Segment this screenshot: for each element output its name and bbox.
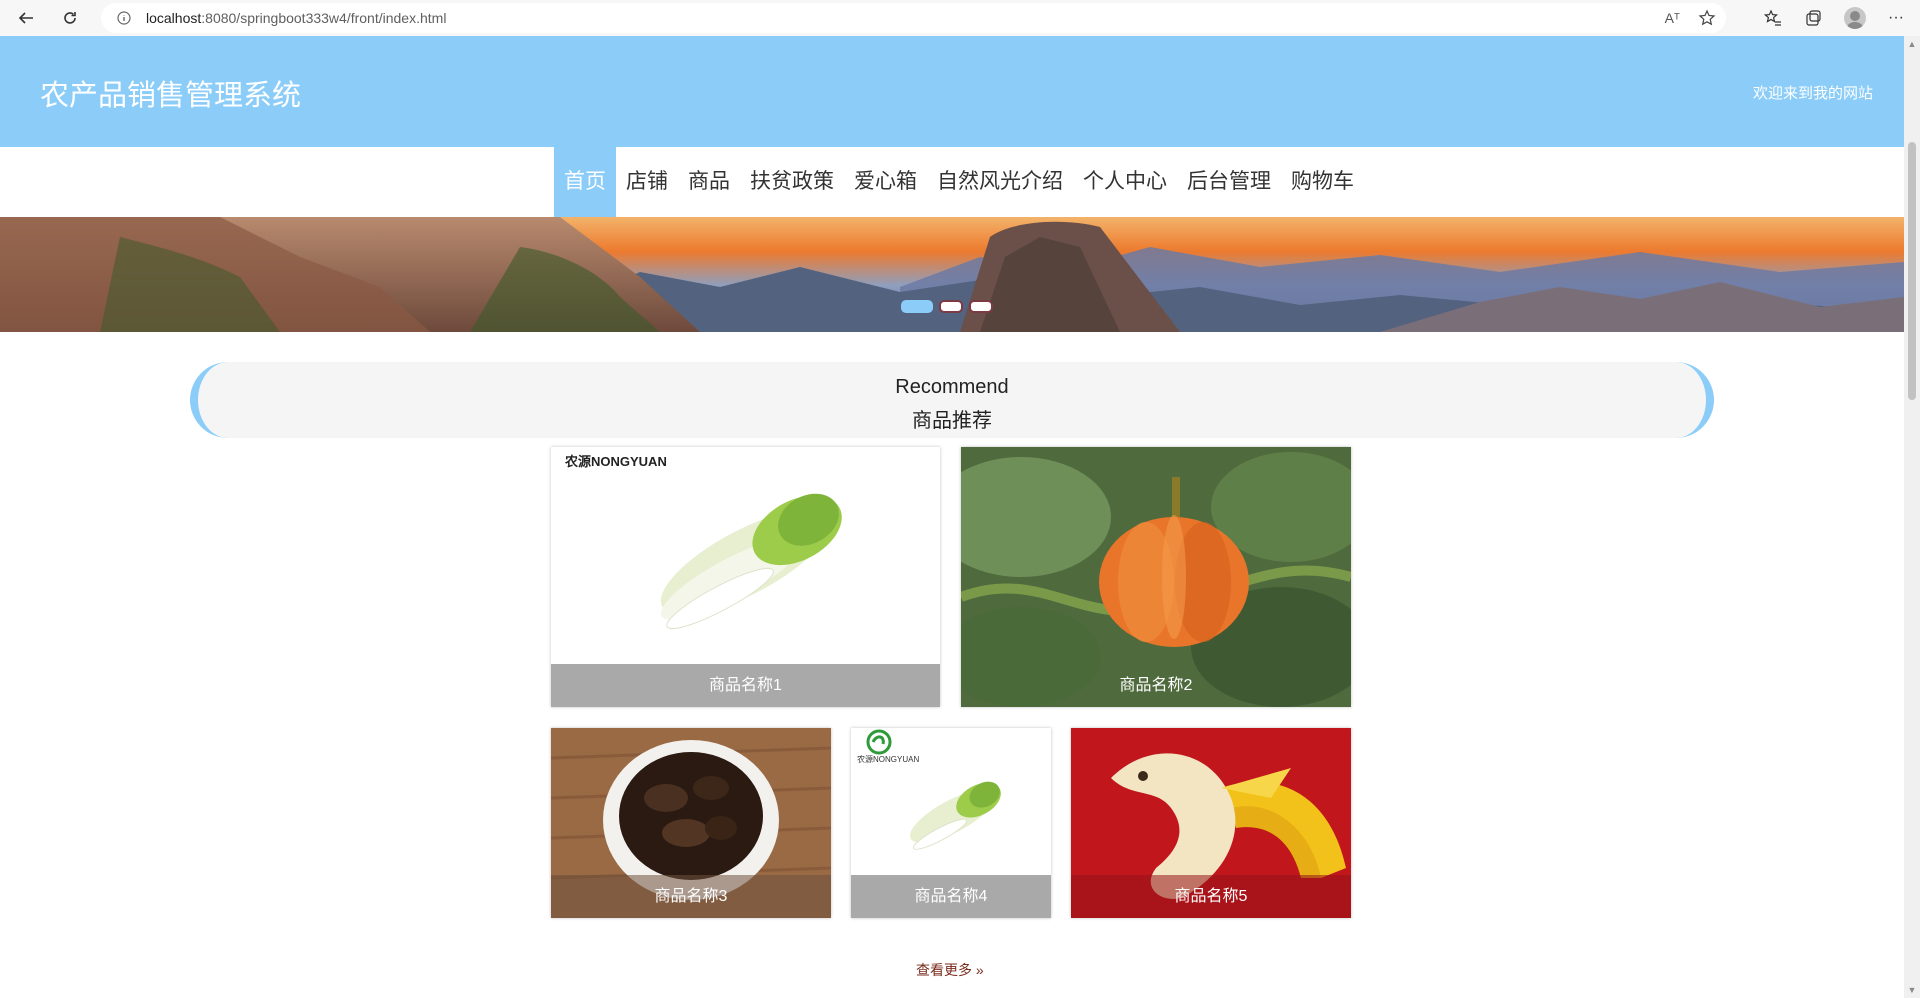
banner-landscape-image <box>0 217 1904 332</box>
nav-item[interactable]: 爱心箱 <box>844 147 927 217</box>
url-text[interactable]: localhost:8080/springboot333w4/front/ind… <box>146 10 446 26</box>
address-bar[interactable]: localhost:8080/springboot333w4/front/ind… <box>101 3 1726 33</box>
view-more-link[interactable]: 查看更多 » <box>916 960 984 980</box>
hero-carousel[interactable] <box>0 217 1904 332</box>
product-name: 商品名称3 <box>551 875 831 918</box>
back-arrow-icon <box>18 12 33 24</box>
carousel-dot[interactable] <box>969 300 993 313</box>
nav-item[interactable]: 店铺 <box>616 147 678 217</box>
nav-item[interactable]: 商品 <box>678 147 740 217</box>
site-header: 农产品销售管理系统 欢迎来到我的网站 <box>0 36 1904 147</box>
scroll-down-arrow-icon[interactable]: ▼ <box>1904 982 1920 998</box>
scroll-thumb[interactable] <box>1908 142 1916 400</box>
product-name: 商品名称1 <box>551 664 940 707</box>
carousel-dot[interactable] <box>939 300 963 313</box>
recommend-title-cn: 商品推荐 <box>912 410 992 432</box>
profile-avatar-icon[interactable] <box>1844 7 1867 29</box>
nav-item[interactable]: 自然风光介绍 <box>927 147 1073 217</box>
read-aloud-icon[interactable]: Aᵀ <box>1665 10 1680 26</box>
welcome-text: 欢迎来到我的网站 <box>1752 85 1873 102</box>
browser-toolbar: localhost:8080/springboot333w4/front/ind… <box>0 0 1920 37</box>
nav-item[interactable]: 首页 <box>554 147 616 217</box>
nav-item[interactable]: 个人中心 <box>1073 147 1177 217</box>
favorite-star-icon[interactable] <box>1698 9 1716 27</box>
product-card[interactable]: 农源NONGYUAN 商品名称4 <box>851 728 1051 918</box>
back-button[interactable] <box>8 0 44 36</box>
site-title: 农产品销售管理系统 <box>40 80 302 112</box>
more-options-icon[interactable]: ··· <box>1888 9 1904 27</box>
brand-logo-text: 农源NONGYUAN <box>565 454 667 469</box>
page-scrollbar[interactable]: ▲ ▼ <box>1904 36 1920 998</box>
recommend-title-en: Recommend <box>895 376 1009 398</box>
main-nav: 首页 店铺 商品 扶贫政策 爱心箱 自然风光介绍 个人中心 后台管理 购物车 <box>0 147 1904 217</box>
nav-item[interactable]: 购物车 <box>1281 147 1364 217</box>
nav-item[interactable]: 后台管理 <box>1177 147 1281 217</box>
brand-logo-text: 农源NONGYUAN <box>857 755 920 764</box>
product-card[interactable]: 商品名称2 <box>961 447 1351 707</box>
scroll-up-arrow-icon[interactable]: ▲ <box>1904 36 1920 52</box>
info-icon[interactable] <box>117 11 131 25</box>
nav-item[interactable]: 扶贫政策 <box>740 147 844 217</box>
reload-icon <box>64 12 76 24</box>
product-name: 商品名称4 <box>851 875 1051 918</box>
page: 农产品销售管理系统 欢迎来到我的网站 首页 店铺 商品 扶贫政策 爱心箱 自然风光介绍 个人… <box>0 36 1904 998</box>
product-name: 商品名称2 <box>1119 677 1193 694</box>
reload-button[interactable] <box>52 0 88 36</box>
product-card[interactable]: 商品名称5 <box>1071 728 1351 918</box>
favorites-icon[interactable] <box>1764 9 1782 27</box>
product-card[interactable]: 农源NONGYUAN 商品名称1 <box>551 447 940 707</box>
product-name: 商品名称5 <box>1071 875 1351 918</box>
product-card[interactable]: 商品名称3 <box>551 728 831 918</box>
recommend-section-header: Recommend 商品推荐 <box>190 362 1714 438</box>
collections-icon[interactable] <box>1804 9 1822 27</box>
carousel-dot[interactable] <box>901 300 933 313</box>
